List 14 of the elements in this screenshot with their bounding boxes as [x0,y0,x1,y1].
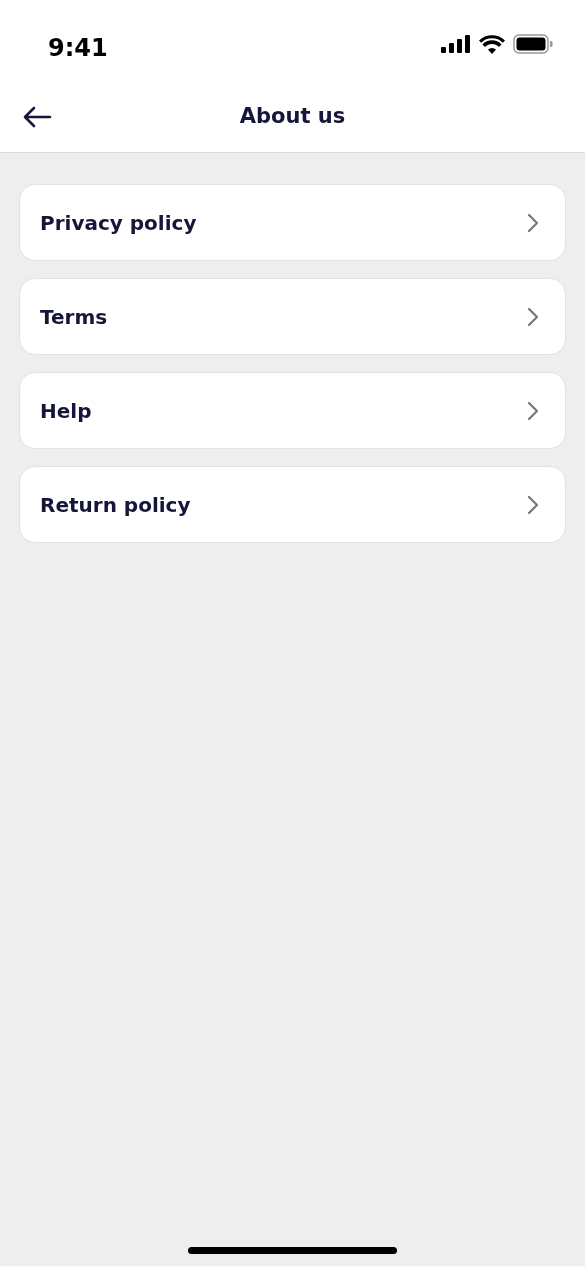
chevron-right-icon [527,400,539,421]
menu-item[interactable]: Return policy [19,466,566,543]
signal-icon [441,35,471,53]
status-time: 9:41 [48,33,108,64]
chevron-right-icon [527,306,539,327]
menu-item[interactable]: Terms [19,278,566,355]
wifi-icon [479,34,505,54]
page-title: About us [239,104,346,129]
chevron-right-icon [527,494,539,515]
menu-item[interactable]: Privacy policy [19,184,566,261]
chevron-right-icon [527,212,539,233]
menu-item[interactable]: Help [19,372,566,449]
back-arrow-icon [22,106,52,128]
battery-icon [513,34,553,54]
